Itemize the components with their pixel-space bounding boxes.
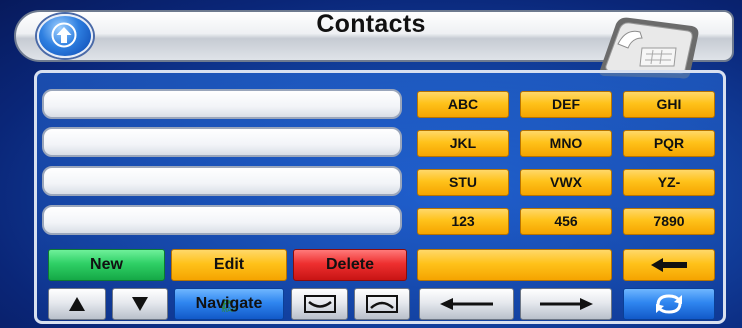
refresh-icon [656, 294, 682, 314]
key-stu[interactable]: STU [417, 169, 509, 196]
pickup-button[interactable] [291, 288, 348, 320]
scroll-up-button[interactable] [48, 288, 106, 320]
triangle-up-icon [69, 297, 85, 311]
contact-field-1[interactable] [42, 89, 402, 119]
new-button[interactable]: New [48, 249, 165, 281]
key-pqr[interactable]: PQR [623, 130, 715, 157]
navigate-label: Navigate [195, 295, 263, 312]
space-key[interactable] [417, 249, 612, 281]
key-123[interactable]: 123 [417, 208, 509, 235]
navigate-button[interactable]: Navigate MAP [174, 288, 284, 320]
contact-field-2[interactable] [42, 127, 402, 157]
cursor-right-button[interactable] [520, 288, 612, 320]
key-abc[interactable]: ABC [417, 91, 509, 118]
scroll-down-button[interactable] [112, 288, 168, 320]
hangup-button[interactable] [354, 288, 410, 320]
key-yz-dash[interactable]: YZ- [623, 169, 715, 196]
home-button[interactable] [37, 14, 93, 58]
contacts-screen: Contacts ABC DEF GHI JKL MNO PQR STU VWX… [0, 0, 742, 328]
delete-button[interactable]: Delete [293, 249, 407, 281]
contact-field-3[interactable] [42, 166, 402, 196]
key-7890[interactable]: 7890 [623, 208, 715, 235]
backspace-arrow-icon [651, 258, 687, 272]
handset-up-icon [366, 295, 398, 313]
refresh-button[interactable] [623, 288, 715, 320]
edit-button[interactable]: Edit [171, 249, 287, 281]
key-456[interactable]: 456 [520, 208, 612, 235]
key-jkl[interactable]: JKL [417, 130, 509, 157]
arrow-right-icon [540, 298, 593, 310]
contact-field-4[interactable] [42, 205, 402, 235]
arrow-left-icon [439, 298, 493, 310]
key-def[interactable]: DEF [520, 91, 612, 118]
key-mno[interactable]: MNO [520, 130, 612, 157]
key-ghi[interactable]: GHI [623, 91, 715, 118]
backspace-button[interactable] [623, 249, 715, 281]
cursor-left-button[interactable] [419, 288, 514, 320]
triangle-down-icon [132, 297, 148, 311]
handset-down-icon [303, 295, 336, 313]
key-vwx[interactable]: VWX [520, 169, 612, 196]
home-up-arrow-icon [51, 22, 77, 48]
